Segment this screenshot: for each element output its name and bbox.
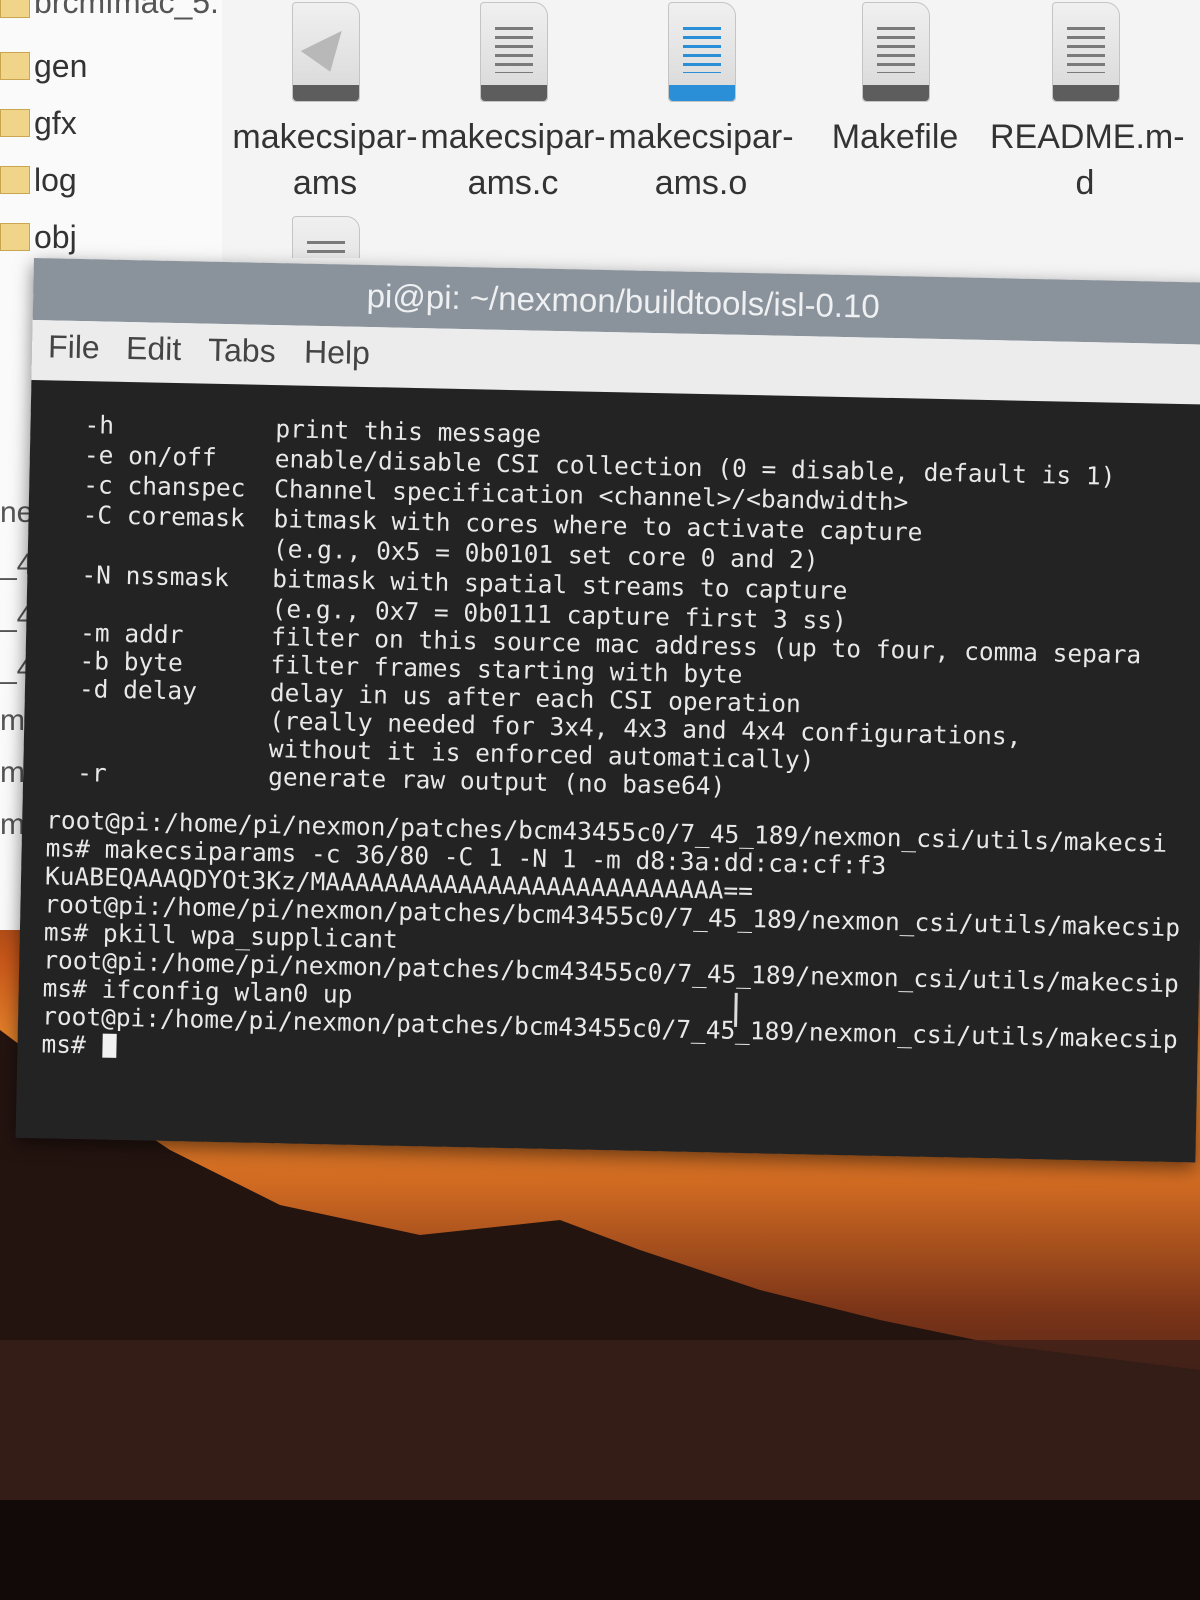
file-item-readme[interactable]: README.m-d — [990, 0, 1185, 220]
tree-item-label: gfx — [34, 105, 77, 141]
option-flag: -r — [76, 758, 108, 788]
tree-item-label: log — [34, 162, 77, 198]
text-file-icon — [480, 2, 548, 102]
option-flag: -e on/off — [83, 440, 217, 472]
text-file-icon — [862, 2, 930, 102]
file-item-makecsiparams[interactable]: makecsipar-ams — [230, 0, 420, 220]
file-name: makecsipar-ams.c — [420, 118, 606, 202]
file-name: Makefile — [831, 118, 959, 156]
option-flag: -N nssmask — [81, 560, 230, 593]
folder-icon — [0, 109, 30, 137]
terminal-window[interactable]: pi@pi: ~/nexmon/buildtools/isl-0.10 File… — [15, 258, 1200, 1163]
menu-file[interactable]: File — [48, 328, 100, 366]
file-item-partial[interactable] — [230, 214, 420, 258]
file-name: makecsipar-ams.o — [608, 118, 794, 202]
shell-input-line[interactable]: ms# — [41, 1029, 117, 1060]
file-name: README.m-d — [990, 118, 1185, 202]
menu-help[interactable]: Help — [304, 334, 371, 372]
option-flag: -b byte — [79, 646, 184, 678]
menu-tabs[interactable]: Tabs — [208, 332, 276, 370]
shell-prompt: ms# — [41, 1029, 101, 1060]
folder-icon — [0, 0, 30, 18]
object-file-icon — [668, 2, 736, 102]
option-desc: print this message — [275, 414, 542, 449]
option-flag: -m addr — [79, 618, 184, 650]
tree-item-label: obj — [34, 219, 77, 255]
file-name: makecsipar-ams — [232, 118, 418, 202]
text-file-icon — [1052, 2, 1120, 102]
tree-item-obj[interactable]: obj — [0, 217, 222, 257]
shell-prompt-line: root@pi:/home/pi/nexmon/patches/bcm43455… — [41, 1001, 1178, 1055]
text-file-icon — [292, 216, 360, 258]
option-flag: -d delay — [78, 674, 198, 706]
option-flag: -h — [84, 410, 115, 440]
folder-icon — [0, 52, 30, 80]
tree-item-gen[interactable]: gen — [0, 46, 222, 86]
folder-icon — [0, 166, 30, 194]
terminal-output[interactable]: -h print this message -e on/off enable/d… — [15, 379, 1200, 1163]
tree-item-label: gen — [34, 48, 88, 84]
file-item-makecsiparams-o[interactable]: makecsipar-ams.o — [606, 0, 796, 220]
tree-item-truncated: brcmfmac_5. — [34, 0, 219, 20]
option-flag: -C coremask — [82, 500, 246, 533]
menu-edit[interactable]: Edit — [126, 330, 182, 368]
option-flag: -c chanspec — [82, 470, 246, 503]
tree-item-log[interactable]: log — [0, 160, 222, 200]
text-cursor — [102, 1033, 117, 1058]
tree-item-gfx[interactable]: gfx — [0, 103, 222, 143]
file-item-makefile[interactable]: Makefile — [800, 0, 990, 220]
folder-icon — [0, 223, 30, 251]
executable-icon — [292, 2, 360, 102]
file-item-makecsiparams-c[interactable]: makecsipar-ams.c — [418, 0, 608, 220]
